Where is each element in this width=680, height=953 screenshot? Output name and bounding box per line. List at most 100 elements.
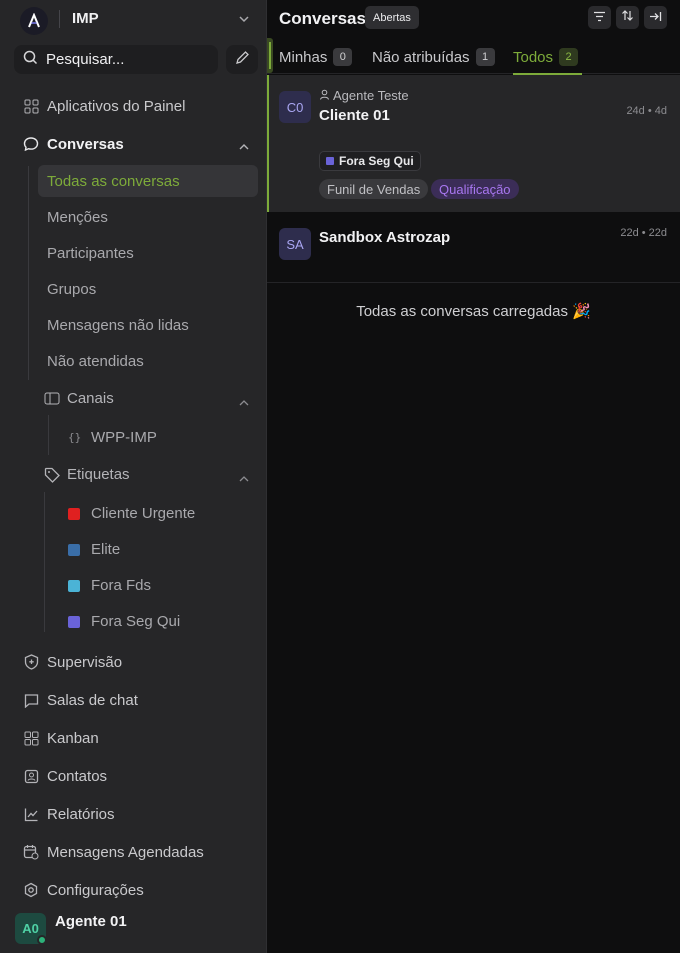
conversation-list-panel: Conversas Abertas Minhas 0 Não atribuída… [267, 0, 680, 953]
sort-button[interactable] [616, 6, 639, 29]
tab-mine[interactable]: Minhas 0 [279, 48, 353, 66]
conversation-item[interactable]: SA Sandbox Astrozap 22d • 22d [267, 213, 680, 283]
funnel-chip: Funil de Vendas [319, 179, 429, 199]
search-icon [23, 50, 38, 70]
conversation-item[interactable]: C0 Agente Teste Cliente 01 24d • 4d Fora… [267, 75, 680, 212]
nav-reports-label: Relatórios [47, 805, 115, 823]
arrow-right-to-line-icon [649, 9, 662, 27]
page-title: Conversas [279, 9, 366, 28]
workspace-name[interactable]: IMP [72, 10, 99, 27]
calendar-clock-icon [22, 843, 40, 861]
chart-line-icon [22, 805, 40, 823]
online-status-dot [37, 935, 47, 945]
tag-icon [43, 467, 61, 483]
tab-all[interactable]: Todos 2 [513, 48, 579, 66]
collapse-panel-button[interactable] [644, 6, 667, 29]
nav-contacts-label: Contatos [47, 767, 108, 785]
label-chip-text: Fora Seg Qui [339, 154, 414, 168]
search-box[interactable] [14, 45, 218, 74]
group-channels[interactable]: Canais [43, 390, 114, 407]
channel-wpp-imp-label: WPP-IMP [91, 429, 157, 446]
conversation-timestamp: 24d • 4d [626, 105, 667, 117]
label-color-swatch [68, 615, 80, 628]
tab-all-label: Todos [513, 48, 554, 66]
filter-icon [593, 9, 606, 27]
assigned-agent: Agente Teste [319, 88, 409, 103]
drag-handle[interactable] [267, 38, 273, 73]
nav-kanban[interactable]: Kanban [22, 727, 99, 749]
tab-unassigned-count: 1 [475, 48, 495, 66]
funnel-stage-chip: Qualificação [431, 179, 519, 199]
chevron-up-icon[interactable] [238, 139, 250, 157]
avatar: SA [279, 228, 311, 260]
nav-conversations[interactable]: Conversas [22, 133, 124, 155]
label-item-name: Cliente Urgente [91, 505, 196, 522]
nav-scheduled-messages-label: Mensagens Agendadas [47, 843, 204, 861]
nav-contacts[interactable]: Contatos [22, 765, 107, 787]
assigned-agent-name: Agente Teste [333, 88, 409, 103]
new-conversation-button[interactable] [226, 45, 258, 74]
nav-settings[interactable]: Configurações [22, 879, 144, 901]
chat-bubble-icon [22, 135, 40, 153]
group-labels-label: Etiquetas [67, 466, 130, 483]
tab-mine-count: 0 [333, 48, 353, 66]
submenu-unread[interactable]: Mensagens não lidas [47, 317, 189, 334]
label-color-swatch [326, 157, 334, 165]
label-item-name: Elite [91, 541, 121, 558]
label-item[interactable]: Fora Fds [68, 577, 151, 594]
submenu-mentions[interactable]: Menções [47, 209, 108, 226]
channel-wpp-imp[interactable]: {} WPP-IMP [68, 429, 157, 446]
grid-icon [22, 97, 40, 115]
label-item[interactable]: Fora Seg Qui [68, 613, 180, 630]
kanban-icon [22, 729, 40, 747]
nav-dashboard-apps[interactable]: Aplicativos do Painel [22, 95, 185, 117]
nav-supervision-label: Supervisão [47, 653, 123, 671]
label-chip: Fora Seg Qui [319, 151, 421, 171]
group-channels-label: Canais [67, 390, 114, 407]
label-color-swatch [68, 579, 80, 592]
nav-conversations-label: Conversas [47, 135, 124, 153]
inbox-icon [43, 391, 61, 407]
submenu-participants[interactable]: Participantes [47, 245, 134, 262]
shield-icon [22, 653, 40, 671]
nav-chat-rooms-label: Salas de chat [47, 691, 138, 709]
nav-supervision[interactable]: Supervisão [22, 651, 122, 673]
all-loaded-message: Todas as conversas carregadas 🎉 [356, 303, 591, 320]
brand-divider [59, 10, 60, 28]
submenu-guide-line [28, 166, 29, 380]
group-labels[interactable]: Etiquetas [43, 466, 130, 483]
nav-settings-label: Configurações [47, 881, 144, 899]
submenu-groups[interactable]: Grupos [47, 281, 96, 298]
labels-guide-line [44, 492, 45, 632]
label-item-name: Fora Fds [91, 577, 152, 594]
tab-unassigned[interactable]: Não atribuídas 1 [372, 48, 495, 66]
user-icon [319, 88, 330, 103]
sidebar: IMP Aplicativos do Painel Conversas Toda… [0, 0, 267, 953]
contact-name: Cliente 01 [319, 107, 390, 124]
submenu-all-conversations-label: Todas as conversas [47, 173, 180, 190]
tab-mine-label: Minhas [279, 48, 328, 66]
chevron-down-icon[interactable] [237, 12, 251, 31]
tab-unassigned-label: Não atribuídas [372, 48, 470, 66]
status-filter-button[interactable]: Abertas [365, 6, 419, 29]
nav-reports[interactable]: Relatórios [22, 803, 115, 825]
contact-card-icon [22, 767, 40, 785]
filter-button[interactable] [588, 6, 611, 29]
sort-arrows-icon [621, 9, 634, 27]
chevron-up-icon[interactable] [238, 395, 250, 413]
channels-guide-line [48, 415, 49, 455]
user-name[interactable]: Agente 01 [55, 913, 127, 930]
nav-chat-rooms[interactable]: Salas de chat [22, 689, 138, 711]
search-input[interactable] [46, 51, 206, 68]
chevron-up-icon[interactable] [238, 471, 250, 489]
contact-name: Sandbox Astrozap [319, 229, 451, 246]
nav-kanban-label: Kanban [47, 729, 99, 747]
label-item[interactable]: Elite [68, 541, 120, 558]
message-square-icon [22, 691, 40, 709]
nav-dashboard-apps-label: Aplicativos do Painel [47, 97, 186, 115]
nav-scheduled-messages[interactable]: Mensagens Agendadas [22, 841, 204, 863]
label-item[interactable]: Cliente Urgente [68, 505, 195, 522]
brand-logo-icon[interactable] [20, 7, 48, 35]
submenu-unattended[interactable]: Não atendidas [47, 353, 144, 370]
tab-all-count: 2 [559, 48, 579, 66]
